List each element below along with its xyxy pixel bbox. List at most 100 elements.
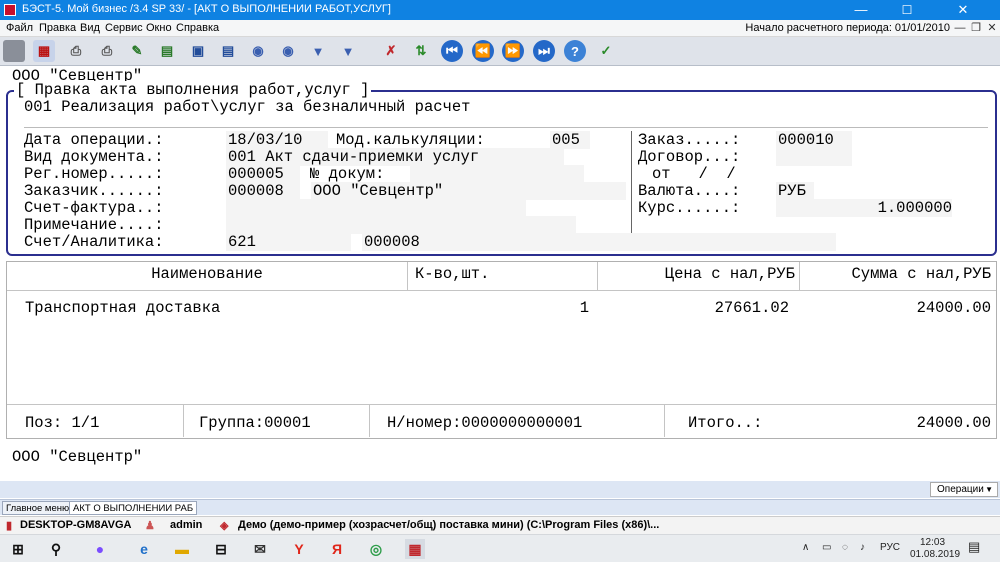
order-input[interactable]: 000010 [778, 131, 834, 149]
tray-app-icon[interactable]: ▭ [822, 542, 831, 553]
edit-icon[interactable]: ✎ [126, 40, 148, 62]
reg-number-label: Рег.номер.....: [24, 165, 164, 183]
calculator-icon[interactable]: ▦ [33, 40, 55, 62]
windows-start-icon[interactable]: ⊞ [8, 539, 28, 559]
calc-mode-input[interactable]: 005 [552, 131, 580, 149]
doc-type-input[interactable]: 001 Акт сдачи-приемки услуг [228, 148, 479, 166]
add-row-icon[interactable]: ▤ [156, 40, 178, 62]
chevron-down-icon: ▼ [985, 485, 993, 494]
save-icon[interactable]: ▣ [187, 40, 209, 62]
edge-browser-icon[interactable]: e [134, 539, 154, 559]
yandex-browser-icon[interactable]: Y [289, 539, 309, 559]
cut-icon[interactable]: ◉ [277, 40, 299, 62]
tab-act[interactable]: АКТ О ВЫПОЛНЕНИИ РАБ [69, 501, 198, 515]
document-workspace: ООО "Севцентр" [ Правка акта выполнения … [0, 67, 1000, 481]
sort-icon[interactable]: ⇅ [410, 40, 432, 62]
calc-mode-label: Мод.калькуляции: [336, 131, 485, 149]
doc-number-label: № докум: [310, 165, 385, 183]
delete-icon[interactable]: ✗ [380, 40, 402, 62]
row-item-qty: 1 [579, 299, 589, 317]
menu-window[interactable]: Окно [146, 22, 172, 34]
menu-view[interactable]: Вид [80, 22, 100, 34]
app-icon [4, 4, 16, 16]
inner-restore-button[interactable]: ❐ [969, 21, 983, 35]
menu-service[interactable]: Сервис [105, 22, 143, 34]
form-frame-title: [ Правка акта выполнения работ,услуг ] [14, 81, 372, 99]
menu-help[interactable]: Справка [176, 22, 219, 34]
doc-type-label: Вид документа.: [24, 148, 164, 166]
print-preview-icon[interactable]: ⎙ [96, 40, 118, 62]
operations-label: Операции [937, 484, 984, 495]
mail-icon[interactable]: ✉ [250, 539, 270, 559]
best5-app-icon[interactable]: ▦ [405, 539, 425, 559]
exit-icon[interactable] [3, 40, 25, 62]
input-language[interactable]: РУС [880, 542, 900, 553]
status-strip [0, 481, 1000, 498]
customer-label: Заказчик......: [24, 182, 164, 200]
operations-dropdown[interactable]: Операции ▼ [930, 482, 998, 497]
tab-main-menu[interactable]: Главное меню [2, 501, 74, 515]
column-header-price[interactable]: Цена с нал,РУБ [597, 265, 795, 283]
minimize-button[interactable]: — [838, 0, 884, 20]
volume-icon[interactable]: ♪ [860, 542, 865, 553]
menu-file[interactable]: Файл [6, 22, 33, 34]
column-header-qty[interactable]: К-во,шт. [415, 265, 489, 283]
yandex-icon[interactable]: Я [327, 539, 347, 559]
close-button[interactable]: ✕ [940, 0, 986, 20]
analytics-field-bg [362, 233, 836, 251]
print-icon[interactable]: ⎙ [65, 40, 87, 62]
title-bar: БЭСТ-5. Мой бизнес /3.4 SP 33/ - [АКТ О … [0, 0, 1000, 20]
filter-menu-icon[interactable]: ▼ [337, 40, 359, 62]
store-icon[interactable]: ⊟ [211, 539, 231, 559]
tray-chevron-icon[interactable]: ∧ [802, 542, 809, 553]
file-explorer-icon[interactable]: ▬ [172, 539, 192, 559]
rate-label: Курс......: [638, 199, 741, 217]
search-icon[interactable]: ⚲ [46, 539, 66, 559]
total-value: 24000.00 [916, 414, 991, 432]
group-indicator: Группа:00001 [199, 414, 311, 432]
customer-code-input[interactable]: 000008 [228, 182, 284, 200]
document-check-icon[interactable]: ✓ [595, 40, 617, 62]
user-name: admin [170, 519, 203, 531]
menu-edit[interactable]: Правка [39, 22, 76, 34]
account-input[interactable]: 621 [228, 233, 256, 251]
clock-date[interactable]: 01.08.2019 [910, 549, 960, 560]
notifications-icon[interactable]: ▤ [968, 539, 980, 555]
customer-name-input[interactable]: ООО "Севцентр" [313, 182, 443, 200]
last-record-icon[interactable]: ⏭ [533, 40, 555, 62]
total-label: Итого..: [688, 414, 763, 432]
chrome-icon[interactable]: ◎ [366, 539, 386, 559]
assistant-icon[interactable]: ● [90, 539, 110, 559]
maximize-button[interactable]: ☐ [884, 0, 930, 20]
clock-time[interactable]: 12:03 [920, 537, 945, 548]
help-icon[interactable]: ? [564, 40, 586, 62]
analytics-input[interactable]: 000008 [364, 233, 420, 251]
nnumber-indicator: Н/номер:0000000000001 [387, 414, 583, 432]
invoice-field-bg [226, 199, 526, 217]
form-column-separator [631, 131, 632, 249]
date-input[interactable]: 18/03/10 [228, 131, 302, 149]
network-icon[interactable]: ◌ [842, 542, 848, 553]
invoice-label: Счет-фактура..: [24, 199, 164, 217]
column-header-name[interactable]: Наименование [7, 265, 407, 283]
group-icon[interactable]: ◉ [247, 40, 269, 62]
note-field-bg [226, 216, 576, 234]
filter-icon[interactable]: ▼ [307, 40, 329, 62]
computer-icon: ▮ [6, 520, 13, 532]
inner-minimize-button[interactable]: — [953, 21, 967, 35]
row-item-price: 27661.02 [714, 299, 789, 317]
form-separator [24, 127, 988, 128]
next-record-icon[interactable]: ⏩ [502, 40, 524, 62]
first-record-icon[interactable]: ⏮ [441, 40, 463, 62]
currency-input[interactable]: РУБ [778, 182, 806, 200]
inner-close-button[interactable]: ✕ [985, 21, 999, 35]
reg-number-input[interactable]: 000005 [228, 165, 284, 183]
prev-record-icon[interactable]: ⏪ [472, 40, 494, 62]
contract-date-label: от / / [652, 165, 736, 183]
items-table: Наименование К-во,шт. Цена с нал,РУБ Сум… [6, 261, 997, 439]
column-header-sum[interactable]: Сумма с нал,РУБ [799, 265, 991, 283]
copy-icon[interactable]: ▤ [217, 40, 239, 62]
rate-input[interactable]: 1.000000 [778, 199, 952, 217]
contract-label: Договор...: [638, 148, 741, 166]
taskbar: ⊞ ⚲ ● e ▬ ⊟ ✉ Y Я ◎ ▦ ∧ ▭ ◌ ♪ РУС 12:03 … [0, 534, 1000, 562]
